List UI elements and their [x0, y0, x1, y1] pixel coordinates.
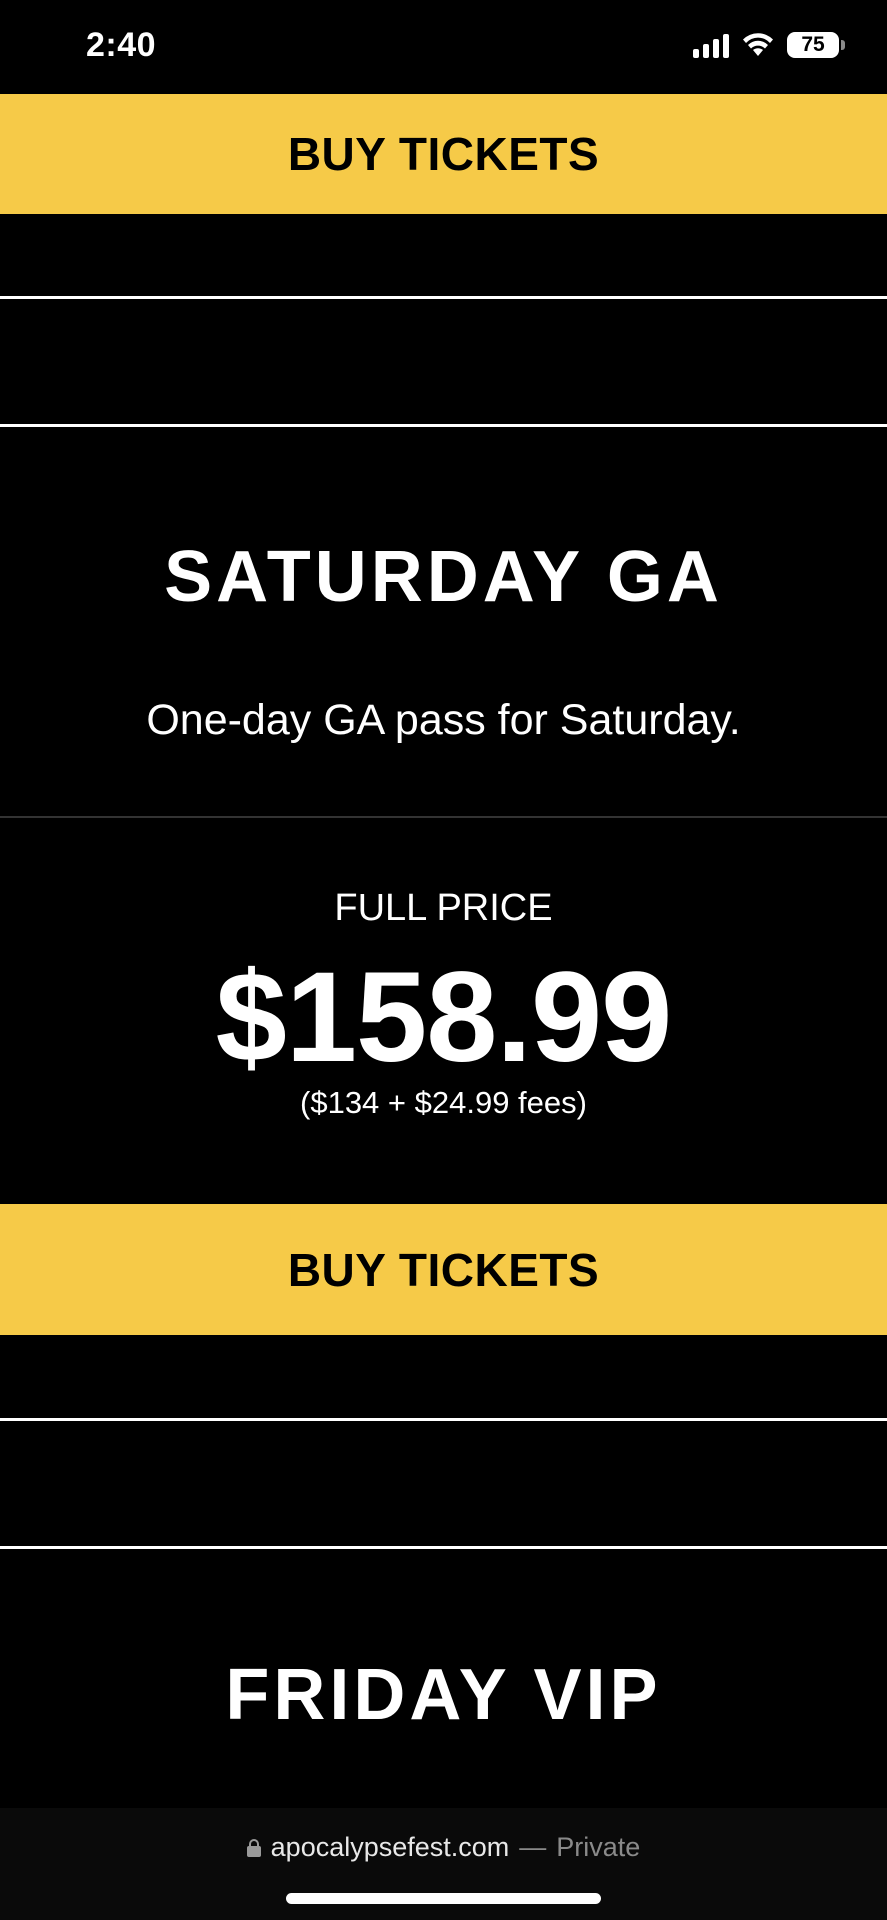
- status-bar: 2:40 75: [0, 0, 887, 94]
- wifi-icon: [743, 33, 773, 56]
- divider: [0, 296, 887, 299]
- ticket-title-saturday-ga: SATURDAY GA: [164, 537, 723, 617]
- signal-icon: [693, 32, 729, 58]
- ticket-description: One-day GA pass for Saturday.: [146, 696, 741, 744]
- price-value: $158.99: [215, 946, 673, 1089]
- divider: [0, 424, 887, 427]
- status-icons: 75: [693, 32, 845, 58]
- home-indicator[interactable]: [286, 1893, 601, 1904]
- address-bar[interactable]: apocalypsefest.com — Private: [0, 1832, 887, 1863]
- buy-tickets-label: BUY TICKETS: [287, 128, 600, 180]
- lock-icon: [246, 1838, 261, 1857]
- status-time: 2:40: [86, 26, 157, 64]
- price-label: FULL PRICE: [334, 887, 553, 929]
- battery-level: 75: [801, 33, 825, 56]
- browsing-mode: Private: [556, 1832, 641, 1862]
- divider: [0, 1546, 887, 1549]
- battery-icon: 75: [787, 32, 845, 58]
- buy-tickets-button-top[interactable]: BUY TICKETS: [0, 94, 887, 214]
- price-breakdown: ($134 + $24.99 fees): [300, 1085, 587, 1120]
- buy-tickets-label: BUY TICKETS: [287, 1243, 600, 1296]
- url-separator: —: [519, 1832, 547, 1862]
- divider: [0, 816, 887, 818]
- buy-tickets-button-saturday[interactable]: BUY TICKETS: [0, 1204, 887, 1335]
- divider: [0, 1418, 887, 1421]
- url-domain: apocalypsefest.com: [270, 1832, 510, 1862]
- ticket-title-friday-vip: FRIDAY VIP: [225, 1655, 662, 1735]
